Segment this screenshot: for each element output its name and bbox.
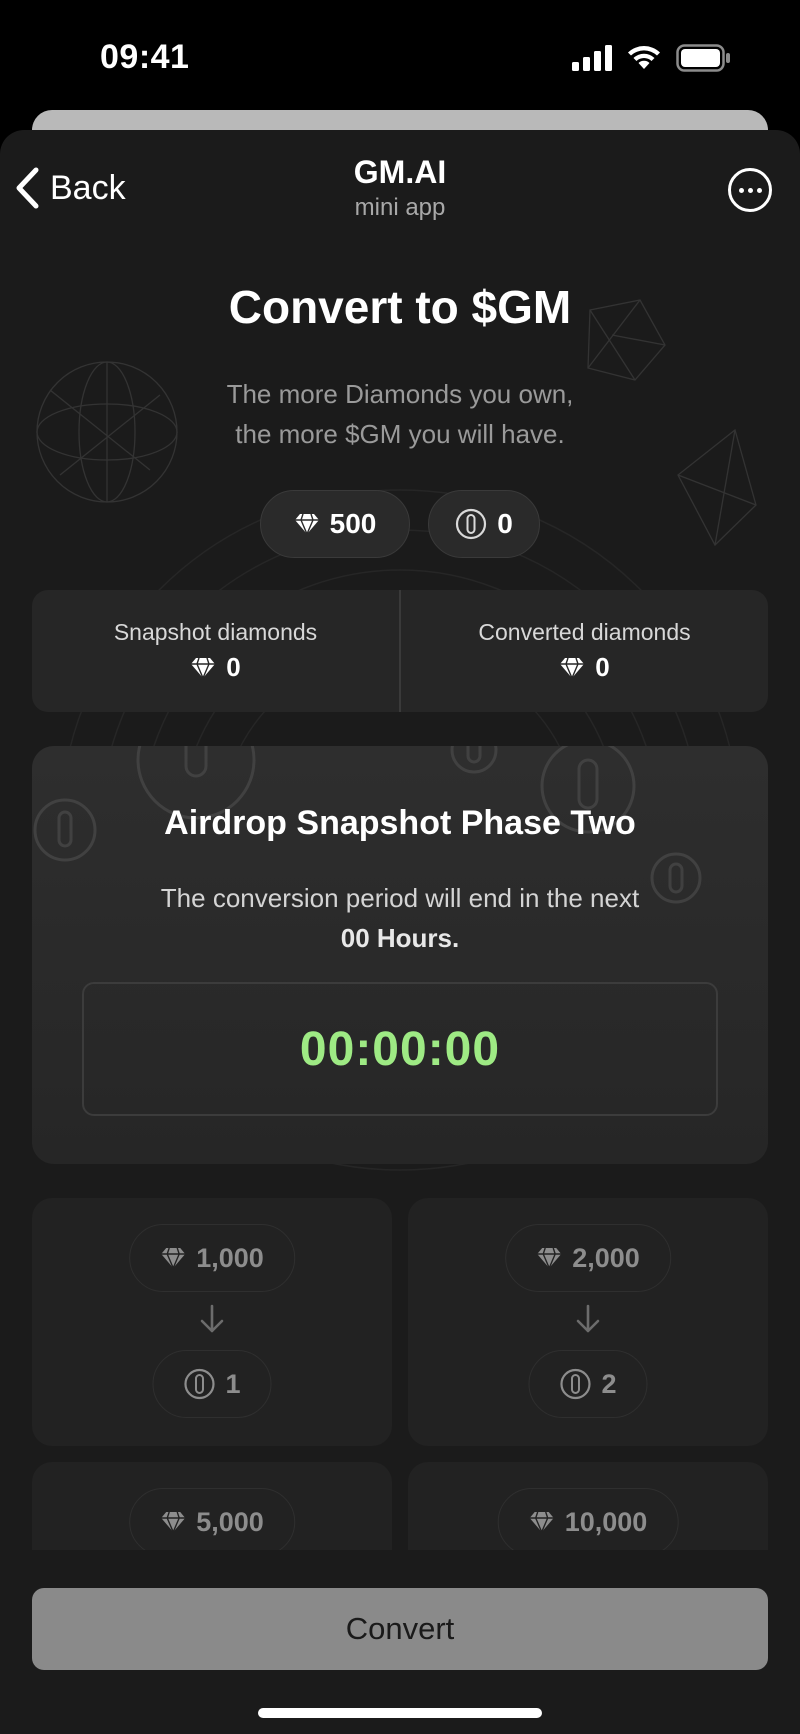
- option-gm-pill: 1: [152, 1350, 272, 1418]
- diamond-stats-panel: Snapshot diamonds 0 Converted diamonds 0: [32, 590, 768, 712]
- gm-coin-icon: [560, 1368, 591, 1400]
- snapshot-diamonds-value-row: 0: [190, 652, 241, 683]
- status-icons: [572, 44, 732, 72]
- option-diamonds-value: 5,000: [196, 1506, 264, 1537]
- snapshot-diamonds-value: 0: [226, 652, 241, 682]
- option-diamonds-pill: 5,000: [129, 1488, 295, 1556]
- diamond-icon: [560, 657, 585, 679]
- diamond-icon: [529, 1511, 554, 1533]
- option-gm-pill: 2: [528, 1350, 648, 1418]
- converted-diamonds-label: Converted diamonds: [478, 619, 691, 645]
- gm-balance-pill: 0: [428, 490, 540, 558]
- convert-button[interactable]: Convert: [32, 1588, 768, 1670]
- converted-diamonds-value: 0: [595, 652, 610, 682]
- gm-coin-icon: [184, 1368, 215, 1400]
- mini-app-sheet: Back GM.AI mini app Convert to $GM The m…: [0, 130, 800, 1734]
- battery-icon: [676, 44, 730, 72]
- more-dot-icon: [747, 187, 753, 193]
- description-line-2: the more $GM you will have.: [235, 419, 565, 449]
- option-diamonds-pill: 1,000: [129, 1224, 295, 1292]
- option-diamonds-pill: 2,000: [505, 1224, 671, 1292]
- arrow-down-icon: [576, 1304, 600, 1333]
- home-indicator: [258, 1708, 542, 1718]
- snapshot-diamonds-label: Snapshot diamonds: [113, 619, 318, 645]
- option-diamonds-value: 1,000: [196, 1242, 264, 1273]
- more-options-button[interactable]: [728, 168, 772, 212]
- diamond-icon: [161, 1247, 186, 1269]
- conversion-option-card[interactable]: 2,000 2: [408, 1198, 768, 1446]
- phase-hours: 00 Hours.: [340, 923, 460, 953]
- airdrop-phase-card: Airdrop Snapshot Phase Two The conversio…: [32, 746, 768, 1164]
- phase-title: Airdrop Snapshot Phase Two: [164, 804, 636, 842]
- status-time: 09:41: [100, 38, 190, 76]
- option-gm-value: 2: [601, 1368, 617, 1399]
- wifi-icon: [628, 46, 660, 69]
- arrow-down-icon: [200, 1304, 224, 1333]
- phase-description-text: The conversion period will end in the ne…: [160, 883, 640, 913]
- diamond-icon: [161, 1511, 186, 1533]
- option-diamonds-pill: 10,000: [497, 1488, 679, 1556]
- diamond-icon: [191, 657, 216, 679]
- countdown-timer: 00:00:00: [299, 1022, 501, 1076]
- option-diamonds-value: 10,000: [564, 1506, 648, 1537]
- page-description: The more Diamonds you own, the more $GM …: [150, 374, 650, 454]
- signal-icon: [572, 45, 612, 71]
- description-line-1: The more Diamonds you own,: [226, 379, 574, 409]
- more-dot-icon: [738, 187, 744, 193]
- status-bar: 09:41: [0, 0, 800, 110]
- diamond-balance-pill: 500: [260, 490, 410, 558]
- more-dot-icon: [756, 187, 762, 193]
- diamond-icon: [294, 513, 319, 535]
- snapshot-diamonds-stat: Snapshot diamonds 0: [32, 590, 399, 712]
- phase-description: The conversion period will end in the ne…: [112, 878, 688, 958]
- option-diamonds-value: 2,000: [572, 1242, 640, 1273]
- diamond-balance-value: 500: [329, 508, 377, 539]
- conversion-option-card[interactable]: 1,000 1: [32, 1198, 392, 1446]
- gm-balance-value: 0: [497, 508, 513, 539]
- diamond-icon: [537, 1247, 562, 1269]
- converted-diamonds-stat: Converted diamonds 0: [399, 590, 768, 712]
- countdown-box: 00:00:00: [82, 982, 718, 1116]
- page-title: Convert to $GM: [228, 281, 572, 333]
- option-gm-value: 1: [225, 1368, 241, 1399]
- app-title: GM.AI: [353, 154, 447, 190]
- gm-coin-icon: [456, 508, 487, 540]
- app-subtitle: mini app: [354, 194, 446, 221]
- converted-diamonds-value-row: 0: [559, 652, 610, 683]
